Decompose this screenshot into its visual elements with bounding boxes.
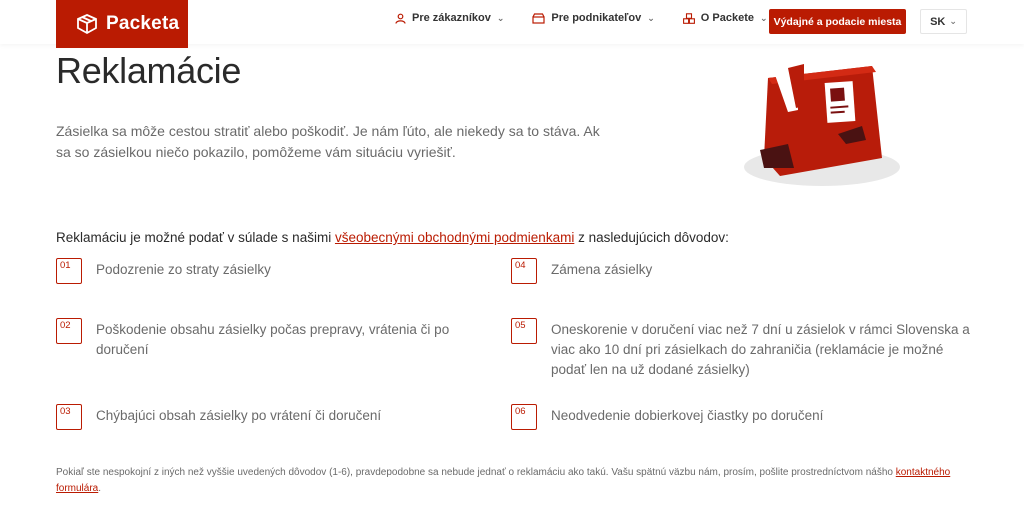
top-navigation: Packeta Pre zákazníkov ⌄ Pre podnikateľo… <box>0 0 1024 48</box>
nav-business[interactable]: Pre podnikateľov ⌄ <box>532 12 655 24</box>
nav-business-label: Pre podnikateľov <box>551 12 642 24</box>
language-value: SK <box>930 15 946 28</box>
pickup-points-button[interactable]: Výdajné a podacie miesta <box>769 9 906 34</box>
intro-text: Zásielka sa môže cestou stratiť alebo po… <box>56 123 600 160</box>
reason-text: Podozrenie zo straty zásielky <box>96 262 271 277</box>
footnote-end: . <box>98 483 102 494</box>
reason-text: Zámena zásielky <box>551 262 653 277</box>
main-nav: Pre zákazníkov ⌄ Pre podnikateľov ⌄ O Pa… <box>395 12 796 24</box>
reason-item: 04 Zámena zásielky <box>511 258 971 284</box>
lead-after: z nasledujúcich dôvodov: <box>574 230 729 245</box>
reason-text: Neodvedenie dobierkovej čiastky po doruč… <box>551 408 824 423</box>
nav-about[interactable]: O Packete ⌄ <box>682 12 768 24</box>
user-icon <box>395 13 406 24</box>
lead-before: Reklamáciu je možné podať v súlade s naš… <box>56 230 335 245</box>
logo-text: Packeta <box>106 13 180 34</box>
nav-customers-label: Pre zákazníkov <box>412 12 491 24</box>
footnote-text: Pokiaľ ste nespokojní z iných než vyššie… <box>56 467 896 478</box>
reason-text: Oneskorenie v doručení viac než 7 dní u … <box>551 322 970 377</box>
footnote: Pokiaľ ste nespokojní z iných než vyššie… <box>56 465 976 497</box>
packeta-logo-icon <box>77 14 97 35</box>
chevron-down-icon: ⌄ <box>949 16 957 26</box>
chevron-down-icon: ⌄ <box>496 12 505 23</box>
reason-text: Chýbajúci obsah zásielky po vrátení či d… <box>96 408 382 423</box>
packeta-logo[interactable]: Packeta <box>56 0 188 48</box>
reason-item: 06 Neodvedenie dobierkovej čiastky po do… <box>511 404 971 430</box>
nav-customers[interactable]: Pre zákazníkov ⌄ <box>395 12 504 24</box>
page-title: Reklamácie <box>56 50 242 91</box>
chevron-down-icon: ⌄ <box>647 12 655 23</box>
boxes-icon <box>682 12 695 24</box>
reason-item: 05 Oneskorenie v doručení viac než 7 dní… <box>511 318 971 380</box>
nav-about-label: O Packete <box>700 12 754 24</box>
damaged-parcel-illustration <box>744 64 900 186</box>
reason-item: 03 Chýbajúci obsah zásielky po vrátení č… <box>56 404 486 430</box>
reason-item: 01 Podozrenie zo straty zásielky <box>56 258 486 284</box>
reason-number: 02 <box>56 318 82 344</box>
reason-item: 02 Poškodenie obsahu zásielky počas prep… <box>56 318 486 360</box>
reason-number: 05 <box>511 318 537 344</box>
chevron-down-icon: ⌄ <box>760 12 768 23</box>
reason-number: 06 <box>511 404 537 430</box>
reasons-lead: Reklamáciu je možné podať v súlade s naš… <box>56 230 729 245</box>
reason-number: 04 <box>511 258 537 284</box>
reason-number: 01 <box>56 258 82 284</box>
language-select[interactable]: SK ⌄ <box>920 9 967 34</box>
shop-icon <box>532 12 546 24</box>
reason-number: 03 <box>56 404 82 430</box>
terms-link[interactable]: všeobecnými obchodnými podmienkami <box>335 230 574 245</box>
reason-text: Poškodenie obsahu zásielky počas preprav… <box>96 322 450 357</box>
